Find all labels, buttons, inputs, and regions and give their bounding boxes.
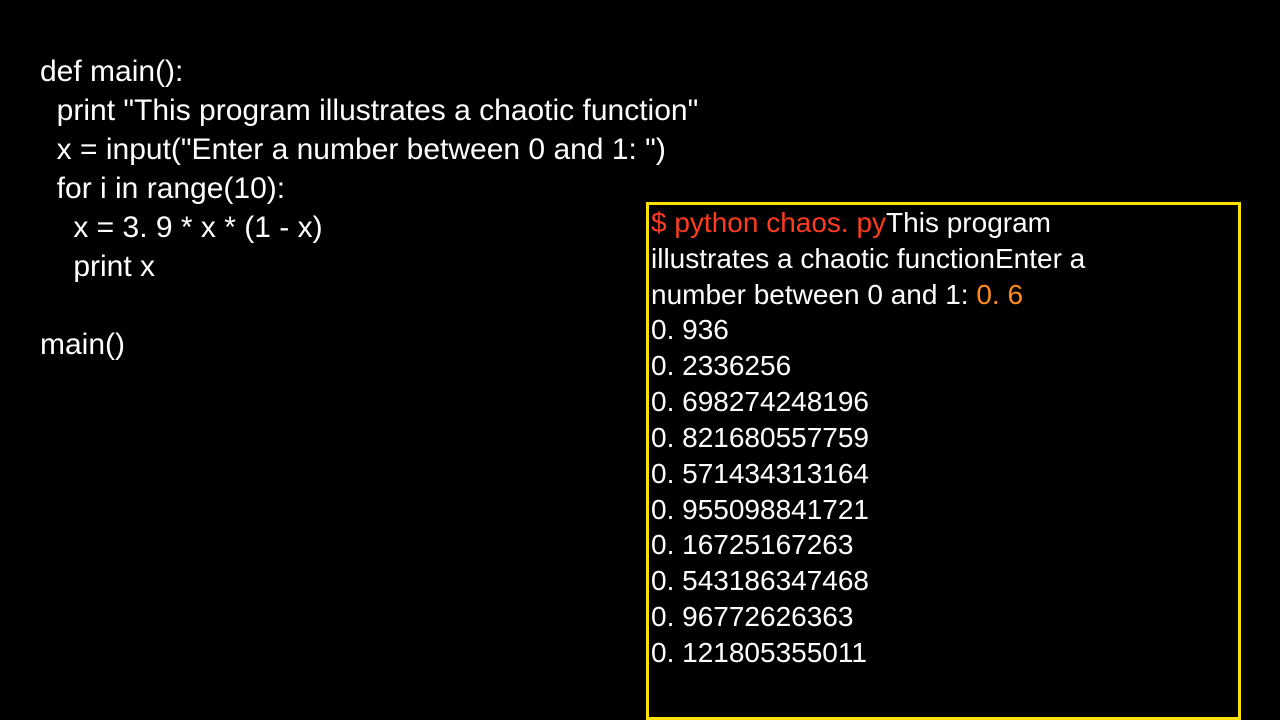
terminal-user-input: 0. 6 bbox=[976, 279, 1023, 310]
terminal-text: Enter a bbox=[995, 243, 1085, 274]
terminal-text: illustrates a chaotic function bbox=[651, 243, 995, 274]
terminal-command: $ python chaos. py bbox=[651, 207, 886, 238]
terminal-line: 0. 571434313164 bbox=[651, 456, 1236, 492]
code-block: def main(): print "This program illustra… bbox=[40, 52, 698, 364]
terminal-line: 0. 96772626363 bbox=[651, 599, 1236, 635]
terminal-line: 0. 121805355011 bbox=[651, 635, 1236, 671]
terminal-line: 0. 955098841721 bbox=[651, 492, 1236, 528]
terminal-line: 0. 698274248196 bbox=[651, 384, 1236, 420]
terminal-line: number between 0 and 1: 0. 6 bbox=[651, 277, 1236, 313]
terminal-line: 0. 2336256 bbox=[651, 348, 1236, 384]
terminal-line: $ python chaos. pyThis program bbox=[651, 205, 1236, 241]
terminal-line: 0. 821680557759 bbox=[651, 420, 1236, 456]
terminal-text: number between 0 and 1: bbox=[651, 279, 976, 310]
terminal-text: This program bbox=[886, 207, 1051, 238]
terminal-output-box: $ python chaos. pyThis program illustrat… bbox=[646, 202, 1241, 720]
terminal-line: illustrates a chaotic functionEnter a bbox=[651, 241, 1236, 277]
terminal-line: 0. 936 bbox=[651, 312, 1236, 348]
terminal-line: 0. 543186347468 bbox=[651, 563, 1236, 599]
terminal-line: 0. 16725167263 bbox=[651, 527, 1236, 563]
